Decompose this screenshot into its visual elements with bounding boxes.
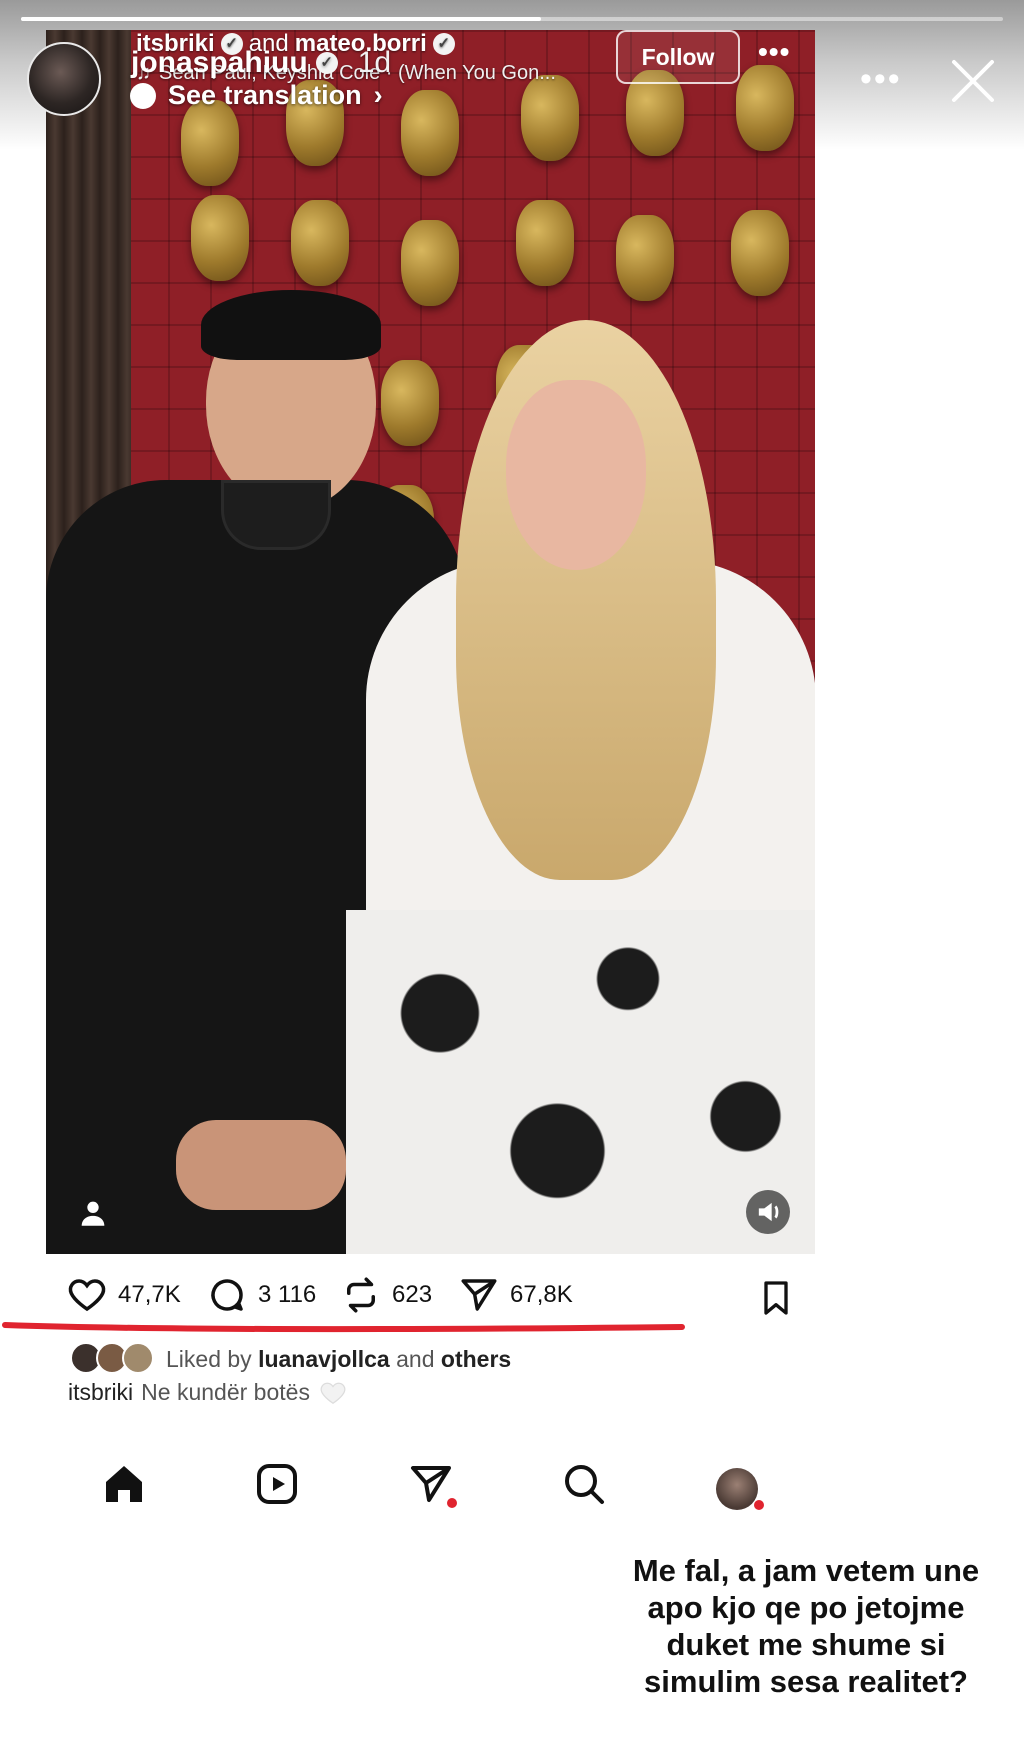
liked-by-user[interactable]: luanavjollca [258,1346,390,1373]
avatar[interactable] [27,42,101,116]
like-button[interactable]: 47,7K [66,1274,181,1316]
profile-avatar[interactable] [716,1468,758,1510]
speaker-icon[interactable] [746,1190,790,1234]
repost-count: 623 [392,1281,433,1308]
story-username: jonaspahiuu [131,46,308,79]
see-translation-label: See translation [168,80,362,110]
red-underline [2,1322,685,1333]
woman-figure [346,320,815,1254]
bookmark-icon[interactable] [756,1278,796,1318]
share-count: 67,8K [510,1281,573,1308]
comment-button[interactable]: 3 116 [206,1274,316,1316]
liked-by-row[interactable]: Liked by luanavjollca and others [70,1342,511,1376]
home-icon[interactable] [100,1460,148,1508]
notification-dot [754,1500,764,1510]
comment-icon [211,1279,243,1311]
gold-mask [191,195,249,281]
reels-icon[interactable] [253,1460,301,1508]
like-count: 47,7K [118,1281,181,1308]
close-icon[interactable] [948,56,998,106]
story-progress-fill [21,17,542,21]
verified-badge-icon: ✓ [432,33,455,55]
story-progress-bar [21,17,1003,21]
heart-icon [68,1279,106,1312]
notification-dot [447,1498,457,1508]
post-caption: itsbriki Ne kundër botës [68,1378,348,1406]
story-time: 1d [357,46,392,79]
post-image[interactable] [46,30,815,1254]
repost-button[interactable]: 623 [340,1274,432,1316]
liked-by-and: and [396,1345,435,1372]
gold-mask [291,200,349,286]
gold-mask [731,210,789,296]
story-text-overlay: Me fal, a jam vetem une apo kjo qe po je… [632,1553,980,1699]
repost-icon [347,1277,375,1313]
story-more-icon[interactable]: ••• [860,60,902,99]
caption-username[interactable]: itsbriki [68,1379,133,1406]
search-icon[interactable] [560,1460,608,1508]
tagged-user-icon[interactable] [76,1196,110,1230]
translate-icon [130,82,156,109]
verified-badge-icon: ✓ [315,52,338,74]
liked-by-prefix: Liked by [166,1345,252,1372]
bottom-nav [0,1460,1024,1520]
see-translation-link[interactable]: See translation › [130,80,383,111]
comment-count: 3 116 [258,1281,317,1308]
share-button[interactable]: 67,8K [458,1274,573,1316]
send-icon [461,1279,497,1311]
gold-mask [616,215,674,301]
follow-button[interactable]: Follow [616,30,740,84]
liked-avatars [70,1342,158,1376]
caption-text: Ne kundër botës [141,1378,310,1405]
chevron-right-icon: › [373,80,383,110]
post-more-icon[interactable]: ••• [758,36,790,68]
gold-mask [516,200,574,286]
avatar [122,1342,154,1374]
story-username-row[interactable]: jonaspahiuu ✓ 1d [131,46,391,80]
white-heart-icon [320,1382,346,1404]
liked-by-others[interactable]: others [441,1346,511,1373]
